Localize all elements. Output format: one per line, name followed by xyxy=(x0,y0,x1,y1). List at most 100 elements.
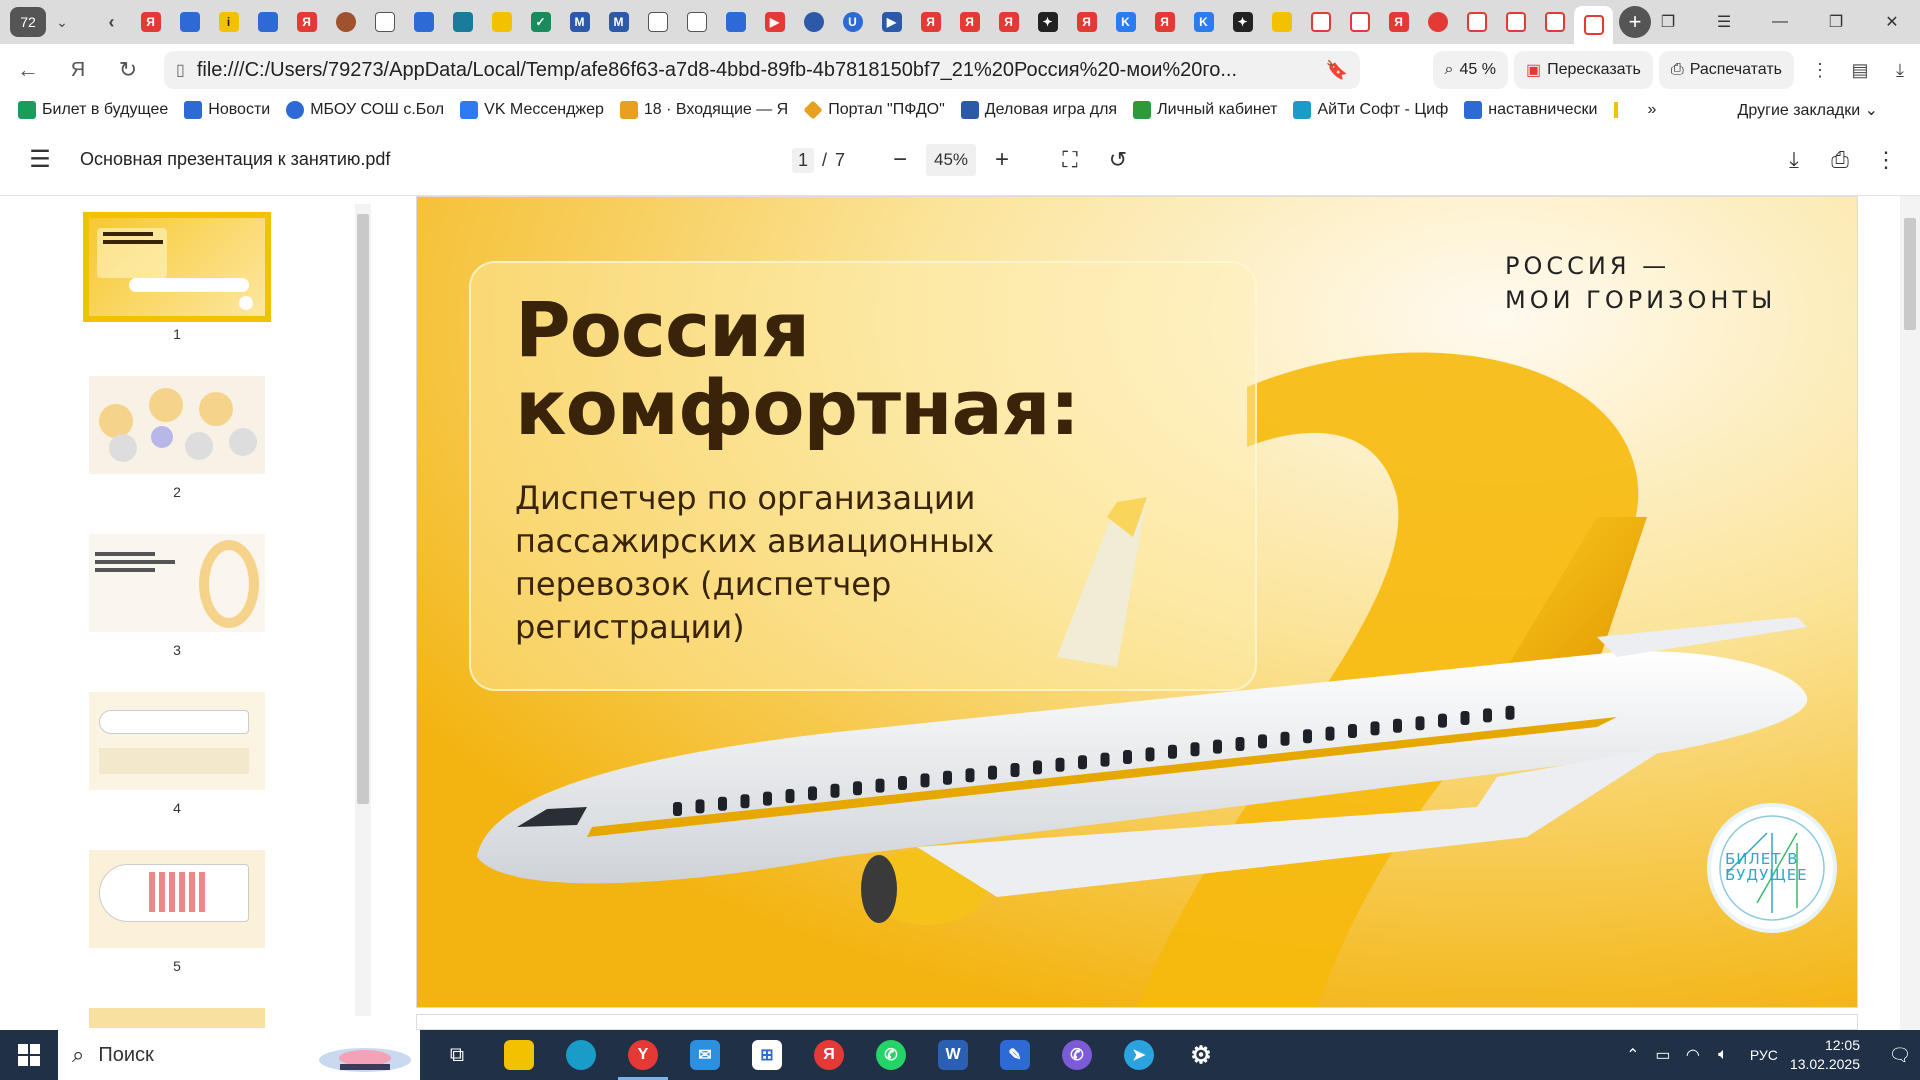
tab[interactable] xyxy=(716,6,755,38)
tab[interactable] xyxy=(1496,6,1535,38)
tab[interactable] xyxy=(794,6,833,38)
more-vertical-icon[interactable]: ⋮ xyxy=(1800,50,1840,90)
tab[interactable]: Я xyxy=(1379,6,1418,38)
bookmarks-more-button[interactable]: » xyxy=(1648,101,1657,119)
zoom-input[interactable]: 45% xyxy=(926,144,977,176)
thumbnail-item[interactable]: 3 xyxy=(82,534,272,692)
clock[interactable]: 12:05 13.02.2025 xyxy=(1790,1036,1860,1074)
thumbnail-page-6[interactable] xyxy=(89,1008,265,1028)
tab[interactable]: K xyxy=(1106,6,1145,38)
zoom-badge[interactable]: ⌕ 45 % xyxy=(1432,51,1508,89)
fit-page-icon[interactable]: ⛶ xyxy=(1052,140,1088,180)
tab[interactable]: Я xyxy=(950,6,989,38)
wifi-icon[interactable]: ◠ xyxy=(1678,1045,1708,1065)
whatsapp-icon[interactable]: ✆ xyxy=(860,1030,922,1080)
menu-icon[interactable]: ☰ xyxy=(1696,12,1752,32)
task-view-icon[interactable]: ⧉ xyxy=(426,1030,488,1080)
url-field[interactable]: ▯ file:///C:/Users/79273/AppData/Local/T… xyxy=(164,51,1360,89)
speaker-icon[interactable]: 🔈︎ xyxy=(1708,1046,1738,1064)
tab[interactable]: ‹ xyxy=(92,6,131,38)
tab[interactable] xyxy=(365,6,404,38)
info-icon[interactable] xyxy=(1613,102,1618,118)
zoom-in-button[interactable]: + xyxy=(990,140,1014,180)
collections-icon[interactable]: ❐ xyxy=(1640,12,1696,32)
viber-icon[interactable]: ✆ xyxy=(1046,1030,1108,1080)
tab[interactable]: M xyxy=(599,6,638,38)
thumbnail-page-2[interactable] xyxy=(89,376,265,474)
tab[interactable]: Я xyxy=(1145,6,1184,38)
tab[interactable]: Я xyxy=(131,6,170,38)
thumbnail-page-4[interactable] xyxy=(89,692,265,790)
tab[interactable] xyxy=(1262,6,1301,38)
scrollbar-thumb[interactable] xyxy=(1904,218,1916,330)
bookmark-item[interactable]: Новости xyxy=(184,101,270,119)
more-vertical-icon[interactable]: ⋮ xyxy=(1872,140,1900,180)
yandex-browser-icon[interactable]: Y xyxy=(612,1030,674,1080)
taskbar-search[interactable]: ⌕ Поиск xyxy=(58,1030,420,1080)
tab[interactable]: Я xyxy=(911,6,950,38)
tab[interactable] xyxy=(1301,6,1340,38)
url-text[interactable]: file:///C:/Users/79273/AppData/Local/Tem… xyxy=(197,59,1326,82)
close-icon[interactable]: ✕ xyxy=(1864,12,1920,32)
windows-start-icon[interactable] xyxy=(0,1030,58,1080)
tab[interactable] xyxy=(638,6,677,38)
viewer-scrollbar[interactable] xyxy=(1900,196,1920,1030)
rotate-icon[interactable]: ↺ xyxy=(1100,140,1136,180)
tab[interactable] xyxy=(248,6,287,38)
download-icon[interactable]: ⤓ xyxy=(1880,50,1920,90)
tab-count-button[interactable]: 72 xyxy=(10,7,46,37)
print-icon[interactable]: ⎙ xyxy=(1826,140,1854,180)
edge-icon[interactable] xyxy=(550,1030,612,1080)
tab[interactable]: ✦ xyxy=(1223,6,1262,38)
download-icon[interactable]: ⤓ xyxy=(1780,140,1808,180)
scrollbar-thumb[interactable] xyxy=(357,214,369,804)
back-icon[interactable]: ← xyxy=(6,48,50,92)
tab[interactable] xyxy=(1535,6,1574,38)
hamburger-menu-icon[interactable]: ☰ xyxy=(20,140,60,180)
thumbnail-item[interactable]: 1 xyxy=(82,212,272,376)
tab[interactable] xyxy=(326,6,365,38)
reload-icon[interactable]: ↻ xyxy=(106,48,150,92)
telegram-icon[interactable]: ➤ xyxy=(1108,1030,1170,1080)
tab[interactable] xyxy=(443,6,482,38)
chevron-up-icon[interactable]: ⌃ xyxy=(1618,1045,1648,1065)
tab[interactable] xyxy=(482,6,521,38)
tab[interactable] xyxy=(1418,6,1457,38)
yandex-logo-icon[interactable]: Я xyxy=(56,48,100,92)
chevron-down-icon[interactable]: ⌄ xyxy=(46,7,78,37)
bookmark-item[interactable]: VK Мессенджер xyxy=(460,101,604,119)
zoom-out-button[interactable]: − xyxy=(888,140,912,180)
tab[interactable]: ✦ xyxy=(1028,6,1067,38)
tab[interactable]: U xyxy=(833,6,872,38)
tab-active[interactable] xyxy=(1574,6,1613,44)
file-explorer-icon[interactable] xyxy=(488,1030,550,1080)
bookmark-item[interactable]: АйТи Софт - Циф xyxy=(1293,101,1448,119)
thumbnail-scrollbar[interactable] xyxy=(355,204,371,1016)
battery-icon[interactable]: ▭ xyxy=(1648,1045,1678,1065)
retell-button[interactable]: ▣ Пересказать xyxy=(1513,51,1653,89)
yandex-icon[interactable]: Я xyxy=(798,1030,860,1080)
thumbnail-page-1[interactable] xyxy=(83,212,271,322)
tab[interactable]: ✓ xyxy=(521,6,560,38)
tab[interactable]: ▶ xyxy=(872,6,911,38)
bookmark-item[interactable]: Деловая игра для xyxy=(960,101,1117,119)
bookmark-item[interactable]: Личный кабинет xyxy=(1133,101,1277,119)
tab[interactable]: Я xyxy=(989,6,1028,38)
notifications-icon[interactable]: 🗨︎ xyxy=(1880,1045,1920,1066)
bookmark-item[interactable]: 18 · Входящие — Я xyxy=(619,101,788,119)
tab[interactable]: M xyxy=(560,6,599,38)
bookmark-item[interactable]: Билет в будущее xyxy=(18,101,168,119)
other-bookmarks-button[interactable]: Другие закладки ⌄ xyxy=(1738,100,1878,120)
tab[interactable] xyxy=(1340,6,1379,38)
restore-icon[interactable]: ❐ xyxy=(1808,12,1864,32)
bookmark-icon[interactable]: 🔖 xyxy=(1326,60,1348,81)
mail-icon[interactable]: ✉ xyxy=(674,1030,736,1080)
tab[interactable]: Я xyxy=(1067,6,1106,38)
tab[interactable]: Я xyxy=(287,6,326,38)
word-icon[interactable]: W xyxy=(922,1030,984,1080)
bookmark-item[interactable]: МБОУ СОШ с.Бол xyxy=(286,101,444,119)
sidebar-icon[interactable]: ▤ xyxy=(1840,50,1880,90)
thumbnail-page-3[interactable] xyxy=(89,534,265,632)
print-page-button[interactable]: ⎙ Распечатать xyxy=(1658,51,1794,89)
tab[interactable]: K xyxy=(1184,6,1223,38)
